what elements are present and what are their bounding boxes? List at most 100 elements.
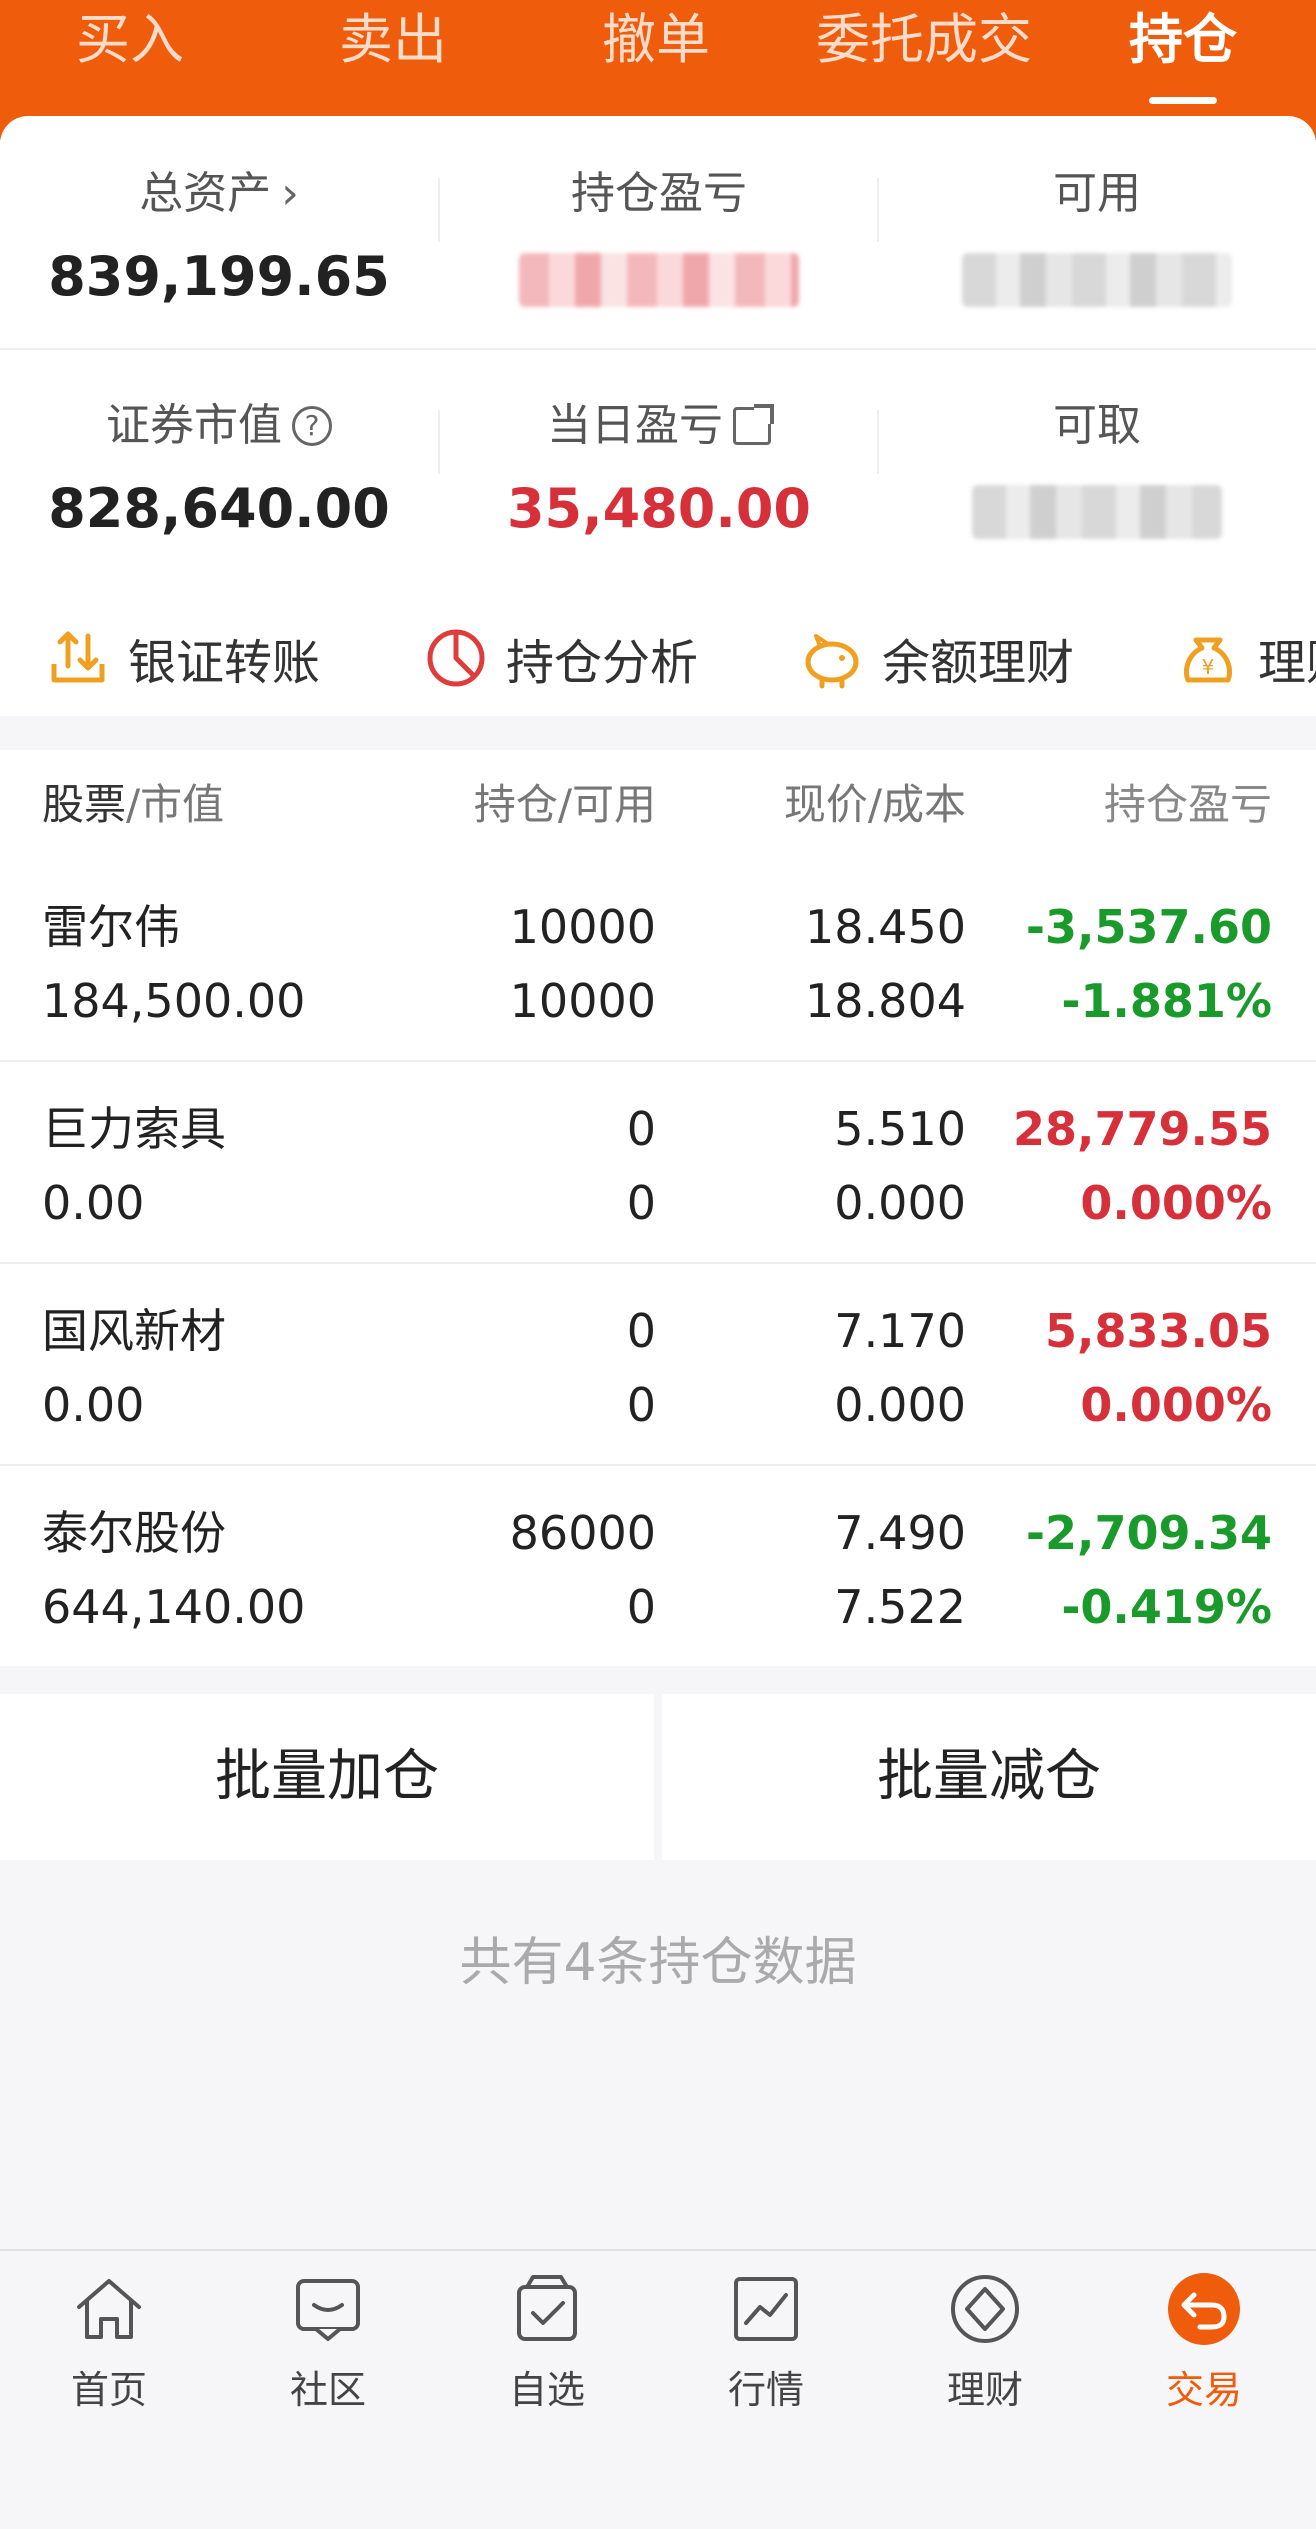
transfer-icon xyxy=(51,631,105,683)
position-pl: 持仓盈亏 xyxy=(440,164,878,312)
stock-available: 0 xyxy=(626,1580,656,1634)
tab-buy[interactable]: 买入 xyxy=(15,0,245,80)
withdrawable-value-masked xyxy=(972,485,1222,540)
wealth-label: 理财 xyxy=(1258,635,1316,691)
wealth-button[interactable]: ¥ 理财 xyxy=(1176,622,1316,694)
table-row[interactable]: 雷尔伟 184,500.00 10000 10000 18.450 18.804… xyxy=(0,860,1316,1062)
nav-home[interactable]: 首页 xyxy=(9,2269,209,2414)
stock-market-value: 0.00 xyxy=(42,1378,145,1432)
nav-community-label: 社区 xyxy=(289,2368,366,2412)
stock-name: 巨力索具 xyxy=(42,1102,226,1156)
chevron-right-icon: › xyxy=(281,168,299,219)
daily-pl-value: 35,480.00 xyxy=(506,477,812,540)
stock-pl-percent: -1.881% xyxy=(1061,974,1272,1028)
piggy-bank-icon xyxy=(805,634,859,689)
nav-trade[interactable]: 交易 xyxy=(1104,2269,1304,2414)
tab-positions-label: 持仓 xyxy=(1129,8,1237,71)
stock-name: 泰尔股份 xyxy=(42,1506,226,1560)
total-assets[interactable]: 总资产 › 839,199.65 xyxy=(0,164,438,312)
stock-pl: -3,537.60 xyxy=(1025,900,1272,954)
header-market-value-label: /市值 xyxy=(126,780,225,829)
balance-wealth-label: 余额理财 xyxy=(882,635,1075,691)
stock-pl: 28,779.55 xyxy=(1013,1102,1272,1156)
stock-position: 0 xyxy=(626,1304,656,1358)
market-icon xyxy=(734,2277,798,2341)
trade-icon xyxy=(1168,2273,1240,2345)
nav-watchlist-label: 自选 xyxy=(508,2368,585,2412)
batch-reduce-button[interactable]: 批量减仓 xyxy=(662,1694,1316,1860)
wealth-icon xyxy=(951,2275,1019,2343)
bank-transfer-button[interactable]: 银证转账 xyxy=(46,622,320,694)
table-row[interactable]: 国风新材 0.00 0 0 7.170 0.000 5,833.05 0.000… xyxy=(0,1264,1316,1466)
batch-add-label: 批量加仓 xyxy=(215,1744,439,1809)
help-icon[interactable]: ? xyxy=(292,406,332,446)
header-price: 现价/成本 xyxy=(783,780,966,829)
tab-orders[interactable]: 委托成交 xyxy=(804,0,1044,80)
stock-cost: 0.000 xyxy=(834,1378,966,1432)
market-value: 证券市值 ? 828,640.00 xyxy=(0,396,438,544)
stock-pl-percent: -0.419% xyxy=(1061,1580,1272,1634)
stock-price: 7.490 xyxy=(834,1506,966,1560)
divider xyxy=(0,348,1316,350)
stock-pl: -2,709.34 xyxy=(1025,1506,1272,1560)
stock-pl-percent: 0.000% xyxy=(1080,1176,1272,1230)
nav-market[interactable]: 行情 xyxy=(666,2269,866,2414)
stock-cost: 18.804 xyxy=(805,974,966,1028)
batch-reduce-label: 批量减仓 xyxy=(877,1744,1101,1809)
stock-cost: 7.522 xyxy=(834,1580,966,1634)
stock-name: 雷尔伟 xyxy=(42,900,180,954)
daily-pl[interactable]: 当日盈亏 35,480.00 xyxy=(440,396,878,544)
tab-sell-label: 卖出 xyxy=(339,8,447,71)
total-assets-label-wrap: 总资产 › xyxy=(0,164,438,224)
stock-available: 0 xyxy=(626,1176,656,1230)
stock-price: 5.510 xyxy=(834,1102,966,1156)
tab-buy-label: 买入 xyxy=(76,8,184,71)
pie-chart-icon xyxy=(427,629,485,687)
tab-positions[interactable]: 持仓 xyxy=(1068,0,1298,104)
stock-available: 0 xyxy=(626,1378,656,1432)
money-bag-icon: ¥ xyxy=(1184,637,1232,683)
table-row[interactable]: 泰尔股份 644,140.00 86000 0 7.490 7.522 -2,7… xyxy=(0,1466,1316,1668)
position-pl-value-masked xyxy=(519,253,799,308)
positions-count-note: 共有4条持仓数据 xyxy=(459,1933,857,1993)
stock-price: 7.170 xyxy=(834,1304,966,1358)
nav-trade-label: 交易 xyxy=(1165,2368,1242,2412)
position-pl-label: 持仓盈亏 xyxy=(571,168,747,219)
active-tab-indicator xyxy=(1149,97,1217,104)
stock-pl-percent: 0.000% xyxy=(1080,1378,1272,1432)
balance-wealth-button[interactable]: 余额理财 xyxy=(800,622,1074,694)
stock-cost: 0.000 xyxy=(834,1176,966,1230)
available-funds: 可用 xyxy=(878,164,1316,312)
nav-home-label: 首页 xyxy=(70,2368,147,2412)
total-assets-value: 839,199.65 xyxy=(48,245,390,308)
positions-table: 股票/市值 持仓/可用 现价/成本 持仓盈亏 雷尔伟 184,500.00 10… xyxy=(0,750,1316,1666)
community-icon xyxy=(296,2279,360,2341)
position-analysis-label: 持仓分析 xyxy=(506,635,699,691)
market-value-label: 证券市值 xyxy=(106,400,282,451)
total-assets-label: 总资产 xyxy=(139,168,272,219)
tab-orders-label: 委托成交 xyxy=(816,8,1032,71)
svg-text:¥: ¥ xyxy=(1202,655,1215,679)
stock-position: 86000 xyxy=(509,1506,656,1560)
tab-cancel-label: 撤单 xyxy=(602,8,710,71)
header-stock-label: 股票 xyxy=(42,780,127,829)
nav-wealth[interactable]: 理财 xyxy=(885,2269,1085,2414)
nav-community[interactable]: 社区 xyxy=(228,2269,428,2414)
table-row[interactable]: 巨力索具 0.00 0 0 5.510 0.000 28,779.55 0.00… xyxy=(0,1062,1316,1264)
stock-market-value: 184,500.00 xyxy=(42,974,306,1028)
tab-sell[interactable]: 卖出 xyxy=(278,0,508,80)
nav-wealth-label: 理财 xyxy=(946,2368,1023,2412)
stock-market-value: 0.00 xyxy=(42,1176,145,1230)
bank-transfer-label: 银证转账 xyxy=(128,635,321,691)
header-position: 持仓/可用 xyxy=(473,780,656,829)
tab-cancel[interactable]: 撤单 xyxy=(541,0,771,80)
header-stock: 股票/市值 xyxy=(42,750,224,860)
withdrawable-funds: 可取 xyxy=(878,396,1316,544)
withdrawable-label: 可取 xyxy=(1053,400,1141,451)
nav-market-label: 行情 xyxy=(727,2368,804,2412)
nav-watchlist[interactable]: 自选 xyxy=(447,2269,647,2414)
position-analysis-button[interactable]: 持仓分析 xyxy=(424,622,698,694)
batch-add-button[interactable]: 批量加仓 xyxy=(0,1694,654,1860)
watchlist-icon xyxy=(517,2275,577,2341)
market-value-value: 828,640.00 xyxy=(48,477,390,540)
